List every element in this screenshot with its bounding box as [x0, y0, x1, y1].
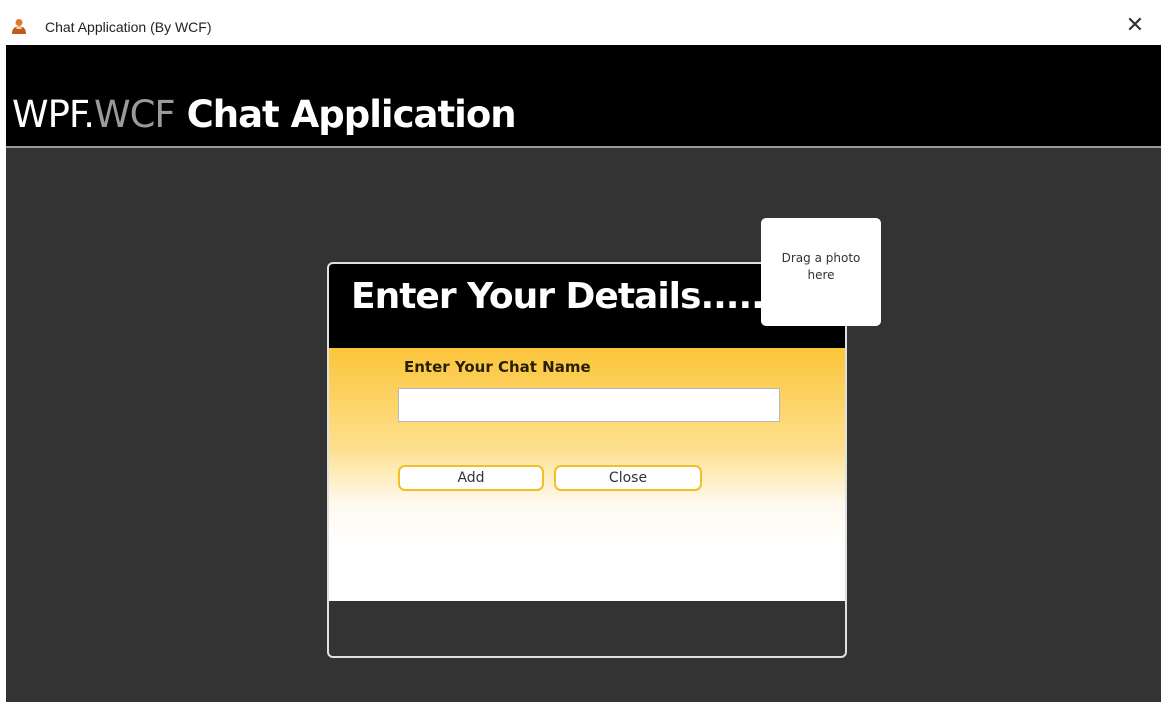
- brand-wcf: WCF: [94, 93, 176, 136]
- dialog-title: Enter Your Details......: [351, 276, 778, 317]
- chat-name-input[interactable]: [398, 388, 780, 422]
- photo-drop-line2: here: [807, 268, 835, 282]
- chat-name-label: Enter Your Chat Name: [404, 358, 591, 376]
- title-bar: Chat Application (By WCF) ✕: [0, 0, 1161, 45]
- close-icon[interactable]: ✕: [1121, 12, 1149, 40]
- dialog-footer: [329, 601, 845, 656]
- app-brand-title: WPF.WCF Chat Application: [12, 93, 517, 137]
- app-header: WPF.WCF Chat Application: [6, 45, 1161, 148]
- brand-wpf: WPF.: [12, 93, 95, 136]
- photo-drop-zone[interactable]: Drag a photo here: [761, 218, 881, 326]
- chat-application-window: Chat Application (By WCF) ✕ WPF.WCF Chat…: [0, 0, 1161, 702]
- close-button[interactable]: Close: [554, 465, 702, 491]
- add-button[interactable]: Add: [398, 465, 544, 491]
- user-icon: [12, 19, 26, 34]
- photo-drop-line1: Drag a photo: [781, 251, 861, 265]
- brand-chat-application: Chat Application: [174, 93, 517, 136]
- client-area: WPF.WCF Chat Application Enter Your Deta…: [6, 45, 1161, 702]
- window-title: Chat Application (By WCF): [45, 19, 212, 35]
- dialog-body: Enter Your Chat Name Add Close: [329, 348, 845, 601]
